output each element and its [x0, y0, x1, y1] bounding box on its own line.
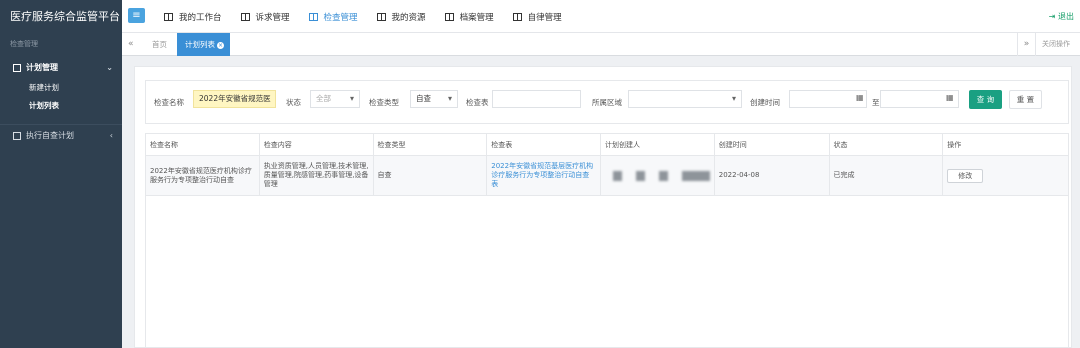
column-header: 检查表 [487, 134, 601, 155]
book-icon [444, 12, 454, 21]
date-to-label: 至 [872, 98, 880, 107]
book-icon [512, 12, 522, 21]
column-header: 检查名称 [146, 134, 260, 155]
tab-plan-list[interactable]: 计划列表 × [177, 33, 230, 56]
inspection-sheet-link[interactable]: 2022年安徽省规范基层医疗机构诊疗服务行为专项整治行动自查表 [491, 162, 596, 189]
content-panel: 检查名称 2022年安徽省规范医 状态 全部 检查类型 自查 检查表 所属区域 … [134, 66, 1072, 348]
sidebar-item-new-plan[interactable]: 新建计划 [0, 79, 122, 97]
inspection-name-label: 检查名称 [154, 98, 184, 107]
nav-workbench[interactable]: 我的工作台 [164, 11, 222, 23]
status-label: 状态 [286, 98, 301, 107]
book-icon [308, 12, 318, 21]
top-bar: 医疗服务综合监管平台 ≡ 我的工作台 诉求管理 检查管理 我的资源 档案管理 自… [0, 0, 1080, 33]
redacted-creator [613, 170, 710, 181]
column-header: 检查类型 [374, 134, 488, 155]
chevron-down-icon: ⌄ [106, 63, 113, 72]
cell-name: 2022年安徽省规范医疗机构诊疗服务行为专项整治行动自查 [146, 156, 260, 195]
search-button[interactable]: 查 询 [969, 90, 1002, 109]
main-content: 检查名称 2022年安徽省规范医 状态 全部 检查类型 自查 检查表 所属区域 … [122, 57, 1080, 348]
created-time-label: 创建时间 [750, 98, 780, 107]
nav-self-discipline[interactable]: 自律管理 [512, 11, 562, 23]
calendar-icon[interactable]: ▦ [946, 93, 954, 102]
app-title: 医疗服务综合监管平台 [0, 0, 122, 33]
inspection-type-label: 检查类型 [369, 98, 399, 107]
sidebar: 检查管理 计划管理 ⌄ 新建计划 计划列表 执行自查计划 ‹ [0, 33, 122, 348]
inspection-sheet-label: 检查表 [466, 98, 489, 107]
sidebar-header: 检查管理 [10, 40, 38, 48]
cell-actions: 修改 [943, 156, 1068, 195]
close-icon[interactable]: × [217, 42, 224, 49]
book-icon [240, 12, 250, 21]
chevron-left-icon: ‹ [109, 131, 113, 140]
inspection-sheet-input[interactable] [492, 90, 581, 108]
sidebar-group-plan-management[interactable]: 计划管理 ⌄ [0, 56, 122, 79]
top-nav: 我的工作台 诉求管理 检查管理 我的资源 档案管理 自律管理 [164, 0, 581, 33]
book-icon [13, 63, 21, 72]
redaction-block [659, 170, 668, 181]
inspection-name-input[interactable]: 2022年安徽省规范医 [193, 90, 276, 108]
tab-bar: « 首页 计划列表 × » 关闭操作 [122, 33, 1080, 56]
nav-inspection[interactable]: 检查管理 [308, 11, 358, 23]
book-icon [13, 131, 21, 140]
status-select[interactable]: 全部 [310, 90, 360, 108]
region-select[interactable] [628, 90, 742, 108]
plan-table: 检查名称 检查内容 检查类型 检查表 计划创建人 创建时间 状态 操作 2022… [145, 133, 1069, 348]
reset-button[interactable]: 重 置 [1009, 90, 1042, 109]
close-operations-dropdown[interactable]: 关闭操作 [1035, 33, 1080, 56]
redaction-block [682, 170, 710, 181]
tabs-scroll-right-icon[interactable]: » [1017, 33, 1035, 56]
search-form: 检查名称 2022年安徽省规范医 状态 全部 检查类型 自查 检查表 所属区域 … [145, 80, 1069, 124]
redaction-block [613, 170, 622, 181]
calendar-icon[interactable]: ▦ [856, 93, 864, 102]
cell-type: 自查 [374, 156, 488, 195]
column-header: 状态 [830, 134, 944, 155]
table-header: 检查名称 检查内容 检查类型 检查表 计划创建人 创建时间 状态 操作 [146, 134, 1068, 156]
cell-creator [601, 156, 715, 195]
cell-status: 已完成 [830, 156, 944, 195]
cell-sheet: 2022年安徽省规范基层医疗机构诊疗服务行为专项整治行动自查表 [487, 156, 601, 195]
cell-created: 2022-04-08 [715, 156, 830, 195]
menu-toggle-icon[interactable]: ≡ [128, 8, 145, 23]
column-header: 计划创建人 [601, 134, 715, 155]
nav-archives[interactable]: 档案管理 [444, 11, 494, 23]
redaction-block [636, 170, 645, 181]
column-header: 检查内容 [260, 134, 374, 155]
book-icon [376, 12, 386, 21]
tabs-scroll-left-icon[interactable]: « [128, 33, 134, 56]
tab-home[interactable]: 首页 [152, 33, 167, 56]
sidebar-item-plan-list[interactable]: 计划列表 [0, 97, 122, 115]
nav-resources[interactable]: 我的资源 [376, 11, 426, 23]
sidebar-group-self-check[interactable]: 执行自查计划 ‹ [0, 124, 122, 146]
inspection-type-select[interactable]: 自查 [410, 90, 458, 108]
table-row[interactable]: 2022年安徽省规范医疗机构诊疗服务行为专项整治行动自查 执业资质管理,人员管理… [146, 156, 1068, 196]
cell-content: 执业资质管理,人员管理,技术管理,质量管理,院感管理,药事管理,设备管理 [260, 156, 374, 195]
nav-appeals[interactable]: 诉求管理 [240, 11, 290, 23]
logout-icon: ⇥ [1048, 12, 1058, 21]
logout-button[interactable]: ⇥ 退出 [1049, 11, 1074, 22]
edit-button[interactable]: 修改 [947, 168, 984, 183]
column-header: 创建时间 [715, 134, 830, 155]
book-icon [164, 12, 173, 21]
column-header: 操作 [947, 141, 962, 149]
region-label: 所属区域 [592, 98, 622, 107]
